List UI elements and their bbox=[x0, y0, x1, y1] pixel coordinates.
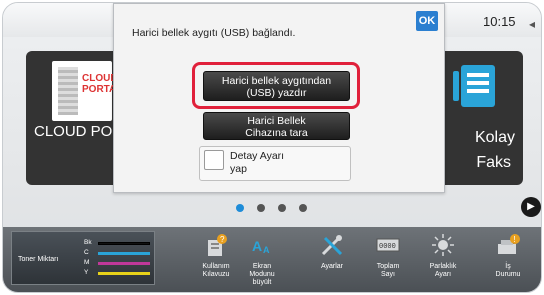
total-count-label-1: Toplam bbox=[376, 263, 400, 270]
enlarge-display-button[interactable]: A A Ekran Modunu büyült bbox=[239, 232, 285, 287]
left-arrow-icon[interactable]: ◂ bbox=[529, 16, 537, 32]
page-indicator bbox=[236, 199, 320, 212]
page-dot bbox=[236, 204, 244, 212]
toner-name: Bk bbox=[84, 239, 92, 246]
cloud-portal-logo: CLOUD PORTAL bbox=[52, 61, 122, 121]
ok-button[interactable]: OK bbox=[416, 11, 438, 31]
easy-fax-label-1: Kolay bbox=[474, 129, 515, 146]
brightness-label-1: Parlaklık bbox=[429, 263, 457, 270]
toner-bar bbox=[98, 262, 150, 265]
print-button-line1: Harici bellek aygıtından bbox=[221, 75, 332, 87]
brightness-icon bbox=[432, 234, 454, 256]
detail-settings-checkbox[interactable]: Detay Ayarı yap bbox=[199, 146, 351, 181]
toner-title: Toner Miktarı bbox=[18, 256, 59, 263]
settings-button[interactable]: Ayarlar bbox=[309, 232, 355, 271]
toner-level-panel[interactable]: Toner Miktarı Bk C M Y bbox=[11, 231, 155, 285]
text-size-icon: A A bbox=[252, 238, 270, 255]
user-guide-label-2: Kılavuzu bbox=[202, 271, 230, 278]
scan-to-usb-button[interactable]: Harici Bellek Cihazına tara bbox=[203, 112, 350, 140]
enlarge-label-3: büyült bbox=[252, 279, 272, 286]
svg-text:A: A bbox=[252, 238, 262, 254]
page-dot bbox=[257, 204, 265, 212]
page-dot bbox=[278, 204, 286, 212]
print-button-line2: (USB) yazdır bbox=[246, 87, 307, 99]
user-guide-label-1: Kullanım bbox=[202, 263, 230, 270]
enlarge-label-1: Ekran bbox=[252, 263, 272, 270]
checkbox-box[interactable] bbox=[204, 150, 224, 170]
svg-text:!: ! bbox=[514, 235, 516, 244]
toner-row-y: Y bbox=[84, 269, 154, 278]
panel-screen: ◂ CLOUD PORTAL CLOUD POR Kolay Faks ▶ Ha… bbox=[2, 2, 542, 293]
next-page-button[interactable]: ▶ bbox=[521, 197, 541, 217]
brightness-button[interactable]: Parlaklık Ayarı bbox=[420, 232, 466, 279]
toner-bar bbox=[98, 242, 150, 245]
user-guide-button[interactable]: ? Kullanım Kılavuzu bbox=[193, 232, 239, 279]
toner-name: C bbox=[84, 249, 89, 256]
toner-row-c: C bbox=[84, 249, 154, 258]
job-status-button[interactable]: ! İş Durumu bbox=[485, 232, 531, 279]
tools-icon bbox=[321, 235, 343, 256]
clock: 10:15 bbox=[483, 14, 516, 29]
job-status-icon: ! bbox=[498, 234, 520, 254]
scan-button-line2: Cihazına tara bbox=[245, 127, 308, 139]
svg-text:A: A bbox=[263, 245, 270, 255]
detail-label-line2: yap bbox=[230, 163, 247, 175]
scan-button-line1: Harici Bellek bbox=[247, 115, 306, 127]
document-stack-icon bbox=[58, 67, 78, 115]
page-dot bbox=[299, 204, 307, 212]
cloud-portal-label: CLOUD POR bbox=[34, 123, 124, 140]
detail-checkbox-label: Detay Ayarı yap bbox=[230, 150, 284, 176]
brightness-label-2: Ayarı bbox=[434, 271, 452, 278]
toner-bar bbox=[98, 272, 150, 275]
svg-text:?: ? bbox=[220, 235, 225, 244]
fax-document-icon bbox=[453, 65, 495, 107]
counter-icon: 0000 bbox=[376, 238, 400, 252]
job-status-label-2: Durumu bbox=[495, 271, 521, 278]
toner-row-m: M bbox=[84, 259, 154, 268]
total-count-button[interactable]: 0000 Toplam Sayı bbox=[365, 232, 411, 279]
svg-text:0000: 0000 bbox=[379, 243, 396, 251]
detail-label-line1: Detay Ayarı bbox=[230, 150, 285, 162]
help-book-icon: ? bbox=[208, 234, 227, 256]
toner-name: M bbox=[84, 259, 90, 266]
settings-label: Ayarlar bbox=[320, 263, 344, 270]
toner-name: Y bbox=[84, 269, 89, 276]
toner-row-bk: Bk bbox=[84, 239, 154, 248]
print-from-usb-button[interactable]: Harici bellek aygıtından (USB) yazdır bbox=[203, 71, 350, 101]
easy-fax-label-2: Faks bbox=[476, 154, 511, 171]
enlarge-label-2: Modunu bbox=[249, 271, 275, 278]
total-count-label-2: Sayı bbox=[380, 271, 395, 278]
toner-bar bbox=[98, 252, 150, 255]
job-status-label-1: İş bbox=[505, 263, 511, 270]
bottom-bar: Toner Miktarı Bk C M Y ? Kullanım Kılavu… bbox=[3, 227, 541, 292]
dialog-message: Harici bellek aygıtı (USB) bağlandı. bbox=[132, 27, 296, 39]
